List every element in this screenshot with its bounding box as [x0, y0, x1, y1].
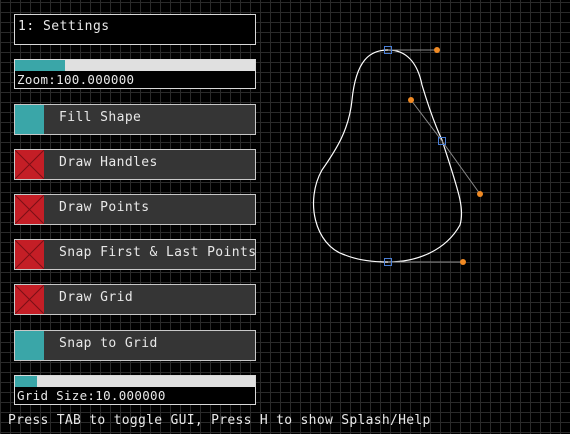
- draw-grid-label: Draw Grid: [59, 290, 134, 305]
- draw-points-checkbox[interactable]: [15, 195, 44, 224]
- snap-first-last-checkbox[interactable]: [15, 240, 44, 269]
- control-point-right-in[interactable]: [408, 97, 414, 103]
- zoom-slider-fill: [15, 60, 66, 71]
- toggle-snap-first-last[interactable]: Snap First & Last Points: [14, 239, 256, 270]
- draw-handles-label: Draw Handles: [59, 155, 158, 170]
- toggle-draw-handles[interactable]: Draw Handles: [14, 149, 256, 180]
- zoom-slider[interactable]: Zoom:100.000000: [14, 59, 256, 89]
- x-icon: [15, 285, 44, 314]
- x-icon: [15, 240, 44, 269]
- handle-line-right-out: [441, 140, 481, 195]
- grid-size-slider-fill: [15, 376, 37, 387]
- settings-title: 1: Settings: [18, 19, 110, 34]
- control-point-top[interactable]: [434, 47, 440, 53]
- control-point-bottom[interactable]: [460, 259, 466, 265]
- snap-to-grid-checkbox[interactable]: [15, 331, 44, 360]
- toggle-draw-grid[interactable]: Draw Grid: [14, 284, 256, 315]
- draw-points-label: Draw Points: [59, 200, 150, 215]
- draw-handles-checkbox[interactable]: [15, 150, 44, 179]
- grid-size-slider[interactable]: Grid Size:10.000000: [14, 375, 256, 405]
- toggle-draw-points[interactable]: Draw Points: [14, 194, 256, 225]
- x-icon: [15, 150, 44, 179]
- grid-size-slider-track[interactable]: [15, 376, 255, 387]
- draw-grid-checkbox[interactable]: [15, 285, 44, 314]
- help-footer: Press TAB to toggle GUI, Press H to show…: [8, 413, 431, 428]
- toggle-snap-to-grid[interactable]: Snap to Grid: [14, 330, 256, 361]
- fill-shape-checkbox[interactable]: [15, 105, 44, 134]
- shape-canvas[interactable]: [300, 40, 500, 280]
- snap-first-last-label: Snap First & Last Points: [59, 245, 257, 260]
- snap-to-grid-label: Snap to Grid: [59, 336, 158, 351]
- grid-size-slider-label: Grid Size:10.000000: [17, 388, 166, 403]
- zoom-slider-label: Zoom:100.000000: [17, 72, 135, 87]
- fill-shape-label: Fill Shape: [59, 110, 142, 125]
- handle-line-right-in: [410, 99, 443, 142]
- control-point-right-out[interactable]: [477, 191, 483, 197]
- toggle-fill-shape[interactable]: Fill Shape: [14, 104, 256, 135]
- settings-title-box: 1: Settings: [14, 14, 256, 45]
- shape-outline: [312, 49, 463, 263]
- x-icon: [15, 195, 44, 224]
